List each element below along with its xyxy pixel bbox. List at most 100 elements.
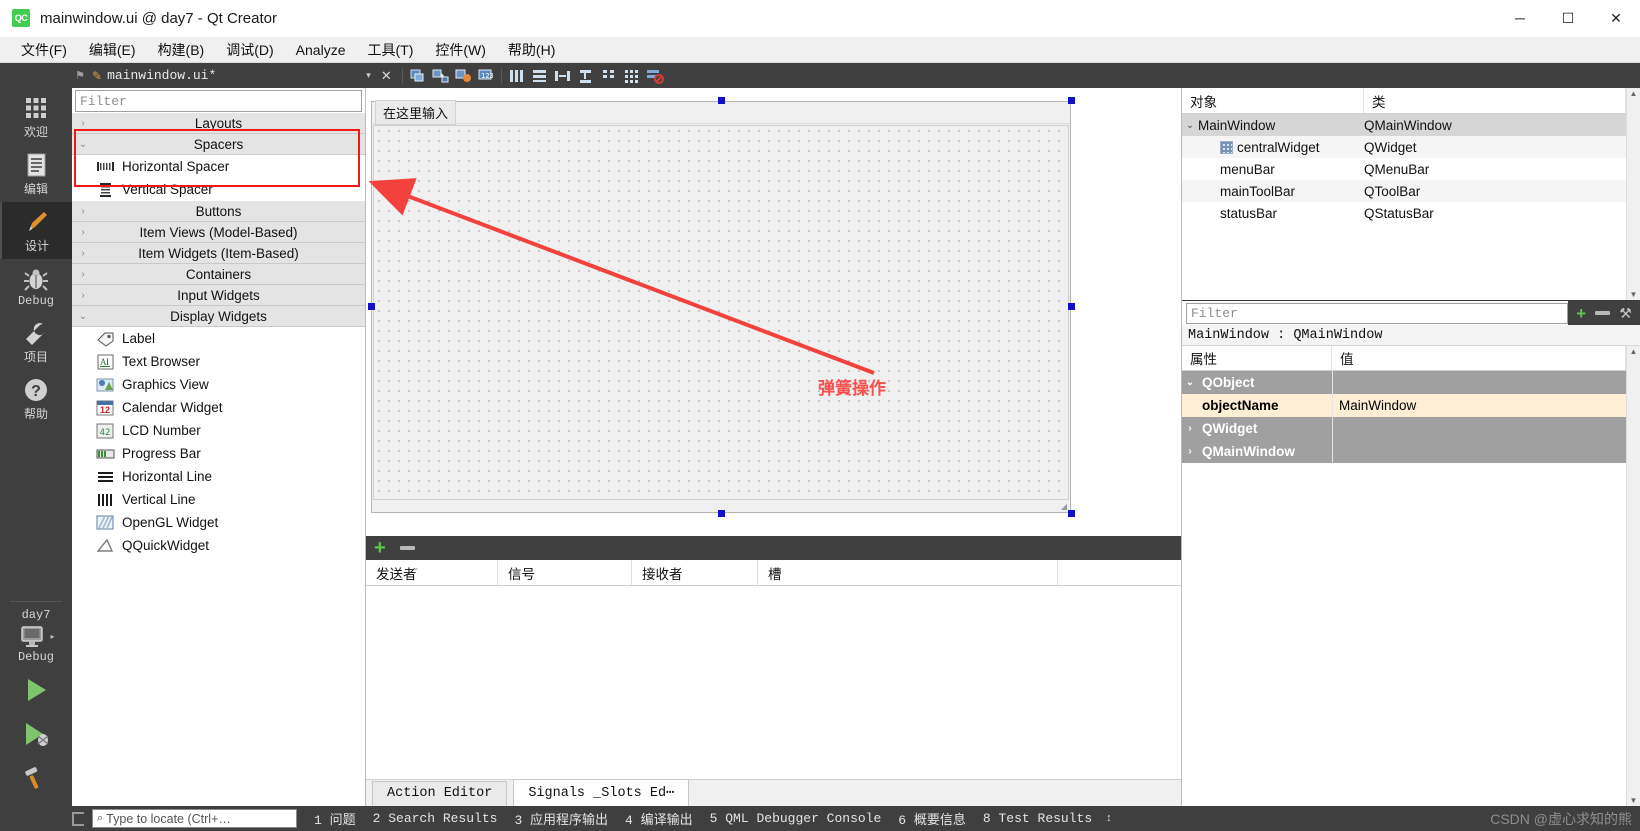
object-tree-row[interactable]: ⌄ MainWindow QMainWindow [1182, 114, 1626, 136]
widget-group-item-views[interactable]: › Item Views (Model-Based) [72, 222, 365, 243]
sidebar-item-help[interactable]: ? 帮助 [0, 370, 72, 427]
object-tree-col-class[interactable]: 类 [1364, 88, 1626, 113]
chevron-down-icon[interactable]: ⌄ [72, 139, 94, 150]
menu-tools[interactable]: 工具(T) [356, 37, 424, 63]
menu-edit[interactable]: 编辑(E) [78, 37, 147, 63]
chevron-down-icon[interactable]: ▾ [366, 70, 371, 81]
build-button[interactable] [0, 756, 72, 800]
property-row-value[interactable] [1332, 371, 1626, 394]
chevron-down-icon[interactable]: ⌄ [1182, 120, 1198, 131]
object-tree-scrollbar[interactable]: ▲ ▼ [1626, 88, 1640, 300]
sse-col-slot[interactable]: 槽 [758, 560, 1058, 585]
status-item-issues[interactable]: 1 问题 [314, 809, 356, 828]
remove-connection-button[interactable] [399, 546, 415, 550]
lock-icon[interactable]: ⚑ [72, 69, 88, 82]
scroll-up-arrow-icon[interactable]: ▲ [1627, 89, 1640, 98]
widget-item-calendar-widget[interactable]: 12 Calendar Widget [72, 396, 365, 419]
chevron-right-icon[interactable]: › [1182, 446, 1198, 457]
chevron-down-icon[interactable]: ⌄ [72, 311, 94, 322]
edit-signals-slots-icon[interactable] [431, 67, 450, 85]
property-row-value[interactable] [1332, 440, 1626, 463]
status-item-test-results[interactable]: 8 Test Results [983, 811, 1092, 826]
minimize-button[interactable]: ─ [1496, 0, 1544, 36]
widget-item-vertical-line[interactable]: Vertical Line [72, 488, 365, 511]
chevron-right-icon[interactable]: › [72, 118, 94, 129]
layout-horizontally-icon[interactable] [507, 67, 526, 85]
selection-handle-top-right[interactable] [1068, 97, 1075, 104]
sidebar-item-design[interactable]: 设计 [0, 202, 72, 259]
menu-file[interactable]: 文件(F) [10, 37, 78, 63]
widget-item-text-browser[interactable]: A I Text Browser [72, 350, 365, 373]
widget-group-containers[interactable]: › Containers [72, 264, 365, 285]
object-tree-row[interactable]: centralWidget QWidget [1182, 136, 1626, 158]
status-item-search-results[interactable]: 2 Search Results [373, 811, 498, 826]
edit-buddies-icon[interactable] [454, 67, 473, 85]
property-row-value[interactable]: MainWindow [1332, 394, 1626, 417]
kit-selector[interactable]: day7 ▸ Debug [0, 608, 72, 668]
layout-vertically-icon[interactable] [530, 67, 549, 85]
widget-item-progress-bar[interactable]: Progress Bar [72, 442, 365, 465]
widget-item-lcd-number[interactable]: 42 LCD Number [72, 419, 365, 442]
widget-group-display-widgets[interactable]: ⌄ Display Widgets [72, 306, 365, 327]
sidebar-item-debug[interactable]: Debug [0, 259, 72, 313]
widget-box-filter-input[interactable]: Filter [75, 90, 362, 112]
remove-property-button[interactable] [1595, 311, 1611, 315]
locator-input[interactable]: ⌕ Type to locate (Ctrl+… [92, 809, 297, 828]
widget-item-label[interactable]: Label [72, 327, 365, 350]
selection-handle-bottom[interactable] [718, 510, 725, 517]
sidebar-item-edit[interactable]: 编辑 [0, 145, 72, 202]
run-button[interactable] [0, 668, 72, 712]
widget-group-spacers[interactable]: ⌄ Spacers [72, 134, 365, 155]
scroll-up-arrow-icon-2[interactable]: ▲ [1627, 347, 1640, 356]
close-document-icon[interactable]: ✕ [381, 68, 392, 84]
sidebar-item-projects[interactable]: 项目 [0, 313, 72, 370]
widget-group-layouts[interactable]: › Layouts [72, 113, 365, 134]
tab-action-editor[interactable]: Action Editor [372, 781, 508, 806]
property-row[interactable]: ⌄ QObject [1182, 371, 1626, 394]
signal-slot-table-body[interactable] [366, 586, 1181, 779]
object-tree-row[interactable]: menuBar QMenuBar [1182, 158, 1626, 180]
widget-item-horizontal-spacer[interactable]: Horizontal Spacer [72, 155, 365, 178]
widget-group-input-widgets[interactable]: › Input Widgets [72, 285, 365, 306]
property-row[interactable]: › QMainWindow [1182, 440, 1626, 463]
selection-handle-bottom-right[interactable] [1068, 510, 1075, 517]
layout-splitter-horizontal-icon[interactable] [553, 67, 572, 85]
form-central-widget[interactable] [373, 125, 1069, 500]
object-tree-row[interactable]: mainToolBar QToolBar [1182, 180, 1626, 202]
edit-widgets-icon[interactable] [408, 67, 427, 85]
tab-signals-slots-editor[interactable]: Signals _Slots Ed⋯ [513, 779, 690, 806]
scroll-down-arrow-icon[interactable]: ▼ [1627, 290, 1640, 299]
chevron-right-icon[interactable]: › [72, 290, 94, 301]
sidebar-item-welcome[interactable]: 欢迎 [0, 88, 72, 145]
status-item-overview[interactable]: 6 概要信息 [898, 809, 966, 828]
widget-item-horizontal-line[interactable]: Horizontal Line [72, 465, 365, 488]
property-editor-scrollbar[interactable]: ▲ ▼ [1626, 346, 1640, 806]
edit-tab-order-icon[interactable]: 123 [477, 67, 496, 85]
toggle-sidebar-icon[interactable] [72, 811, 84, 826]
layout-grid-icon[interactable] [622, 67, 641, 85]
chevron-right-icon[interactable]: › [1182, 423, 1198, 434]
widget-item-vertical-spacer[interactable]: Vertical Spacer [72, 178, 365, 201]
widget-item-qquickwidget[interactable]: QQuickWidget [72, 534, 365, 557]
layout-splitter-vertical-icon[interactable] [576, 67, 595, 85]
chevron-down-icon[interactable]: ⌄ [1182, 377, 1198, 388]
object-tree-col-object[interactable]: 对象 [1182, 88, 1364, 113]
property-filter-input[interactable]: Filter [1186, 302, 1568, 324]
designed-form[interactable]: 在这里输入 ◢ [371, 100, 1071, 513]
property-row[interactable]: objectName MainWindow [1182, 394, 1626, 417]
close-button[interactable]: ✕ [1592, 0, 1640, 36]
output-pane-toggle-icon[interactable]: ↕ [1106, 813, 1112, 824]
property-row-value[interactable] [1332, 417, 1626, 440]
resize-grip-icon[interactable]: ◢ [1061, 502, 1067, 511]
chevron-right-icon[interactable]: › [72, 248, 94, 259]
menu-debug[interactable]: 调试(D) [215, 37, 284, 63]
selection-handle-left[interactable] [368, 303, 375, 310]
status-item-qml-debugger[interactable]: 5 QML Debugger Console [710, 811, 882, 826]
selection-handle-right[interactable] [1068, 303, 1075, 310]
property-col-name[interactable]: 属性 [1182, 346, 1332, 370]
scroll-down-arrow-icon-2[interactable]: ▼ [1627, 796, 1640, 805]
configure-property-button[interactable]: ⚒ [1619, 305, 1632, 322]
form-menu-type-here[interactable]: 在这里输入 [375, 100, 457, 125]
menu-build[interactable]: 构建(B) [147, 37, 216, 63]
open-file-name[interactable]: mainwindow.ui* [107, 68, 216, 83]
